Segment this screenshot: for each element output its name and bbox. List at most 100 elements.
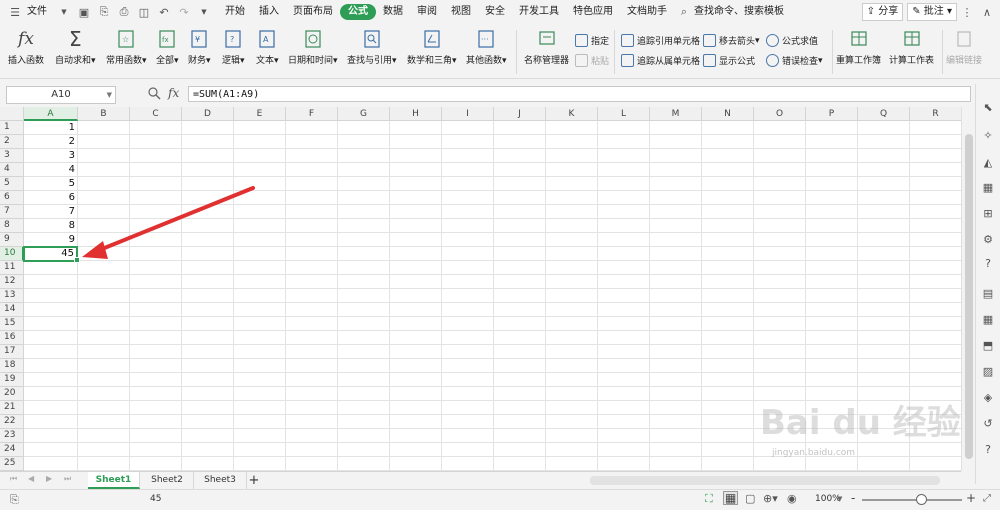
text-functions-button[interactable]: A 文本▾ <box>256 28 279 66</box>
row-header-10[interactable]: 10 <box>0 247 24 261</box>
column-header-q[interactable]: Q <box>858 107 910 121</box>
cell-a5[interactable]: 5 <box>25 177 75 190</box>
expand-icon[interactable]: ⤢ <box>983 493 991 504</box>
cell-a9[interactable]: 9 <box>25 233 75 246</box>
vertical-scroll-thumb[interactable] <box>965 134 973 459</box>
tab-home[interactable]: 开始 <box>218 0 252 24</box>
status-doc-icon[interactable]: ⎘ <box>10 493 19 507</box>
lookup-button[interactable]: 查找与引用▾ <box>347 28 397 66</box>
cursor-icon[interactable]: ⬉ <box>981 100 995 114</box>
zoom-out-button[interactable]: - <box>851 491 855 505</box>
edit-links-button[interactable]: 编辑链接 <box>946 28 982 66</box>
cell-a7[interactable]: 7 <box>25 205 75 218</box>
settings-icon[interactable]: ⚙ <box>981 232 995 246</box>
more-icon[interactable]: ▼ <box>197 5 211 19</box>
row-header-11[interactable]: 11 <box>0 261 24 275</box>
column-header-k[interactable]: K <box>546 107 598 121</box>
column-header-n[interactable]: N <box>702 107 754 121</box>
help-icon[interactable]: ? <box>981 256 995 270</box>
zoom-slider-track[interactable] <box>862 499 962 501</box>
row-header-8[interactable]: 8 <box>0 219 24 233</box>
column-header-d[interactable]: D <box>182 107 234 121</box>
row-header-21[interactable]: 21 <box>0 401 24 415</box>
row-header-6[interactable]: 6 <box>0 191 24 205</box>
row-header-13[interactable]: 13 <box>0 289 24 303</box>
row-header-19[interactable]: 19 <box>0 373 24 387</box>
tab-data[interactable]: 数据 <box>376 0 410 24</box>
row-header-12[interactable]: 12 <box>0 275 24 289</box>
paste-names-button[interactable]: 粘贴 <box>575 54 609 67</box>
row-header-1[interactable]: 1 <box>0 121 24 135</box>
zoom-search-icon[interactable] <box>147 86 161 100</box>
tab-formulas[interactable]: 公式 <box>340 4 376 20</box>
row-header-2[interactable]: 2 <box>0 135 24 149</box>
column-header-i[interactable]: I <box>442 107 494 121</box>
all-functions-button[interactable]: fx 全部▾ <box>156 28 179 66</box>
prev-sheet-icon[interactable]: ◀ <box>28 474 34 483</box>
column-header-f[interactable]: F <box>286 107 338 121</box>
datetime-button[interactable]: 日期和时间▾ <box>288 28 338 66</box>
save-icon[interactable]: ▣ <box>77 5 91 19</box>
insert-function-button[interactable]: fx 插入函数 <box>8 28 44 66</box>
share-button[interactable]: ⇪ 分享 <box>861 3 904 21</box>
file-menu[interactable]: 文件 <box>25 0 54 24</box>
hamburger-menu-icon[interactable]: ☰ <box>8 5 22 19</box>
zoom-dropdown-icon[interactable]: ▼ <box>837 495 842 503</box>
print-preview-icon[interactable]: ◫ <box>137 5 151 19</box>
trace-dependents-button[interactable]: 追踪从属单元格 <box>621 54 700 67</box>
row-header-9[interactable]: 9 <box>0 233 24 247</box>
row-header-18[interactable]: 18 <box>0 359 24 373</box>
tab-review[interactable]: 审阅 <box>410 0 444 24</box>
fx-button[interactable]: fx <box>168 86 179 100</box>
sheet-tab-1[interactable]: Sheet1 <box>88 472 140 489</box>
specify-button[interactable]: 指定 <box>575 34 609 47</box>
tab-insert[interactable]: 插入 <box>252 0 286 24</box>
collapse-ribbon-icon[interactable]: ∧ <box>980 5 994 19</box>
selected-cell-a10[interactable]: 45 <box>23 246 78 262</box>
horizontal-scrollbar[interactable] <box>590 476 940 485</box>
sheet-tab-2[interactable]: Sheet2 <box>141 472 194 489</box>
question-icon[interactable]: ? <box>981 442 995 456</box>
select-all-corner[interactable] <box>0 107 24 121</box>
chevron-down-icon[interactable]: ▼ <box>57 5 71 19</box>
eye-protection-icon[interactable]: ◉ <box>787 492 797 505</box>
column-header-g[interactable]: G <box>338 107 390 121</box>
row-header-16[interactable]: 16 <box>0 331 24 345</box>
table-icon[interactable]: ▦ <box>981 180 995 194</box>
add-sheet-button[interactable]: + <box>247 472 261 489</box>
column-header-b[interactable]: B <box>78 107 130 121</box>
last-sheet-icon[interactable]: ⏭ <box>64 474 71 484</box>
row-header-24[interactable]: 24 <box>0 443 24 457</box>
column-header-r[interactable]: R <box>910 107 961 121</box>
row-header-20[interactable]: 20 <box>0 387 24 401</box>
column-header-e[interactable]: E <box>234 107 286 121</box>
command-search[interactable]: 查找命令、搜索模板 <box>694 0 791 24</box>
column-header-p[interactable]: P <box>806 107 858 121</box>
comment-button[interactable]: ✎ 批注 ▾ <box>907 3 957 21</box>
fullscreen-icon[interactable]: ⛶ <box>705 492 713 506</box>
tab-doc-assistant[interactable]: 文档助手 <box>620 0 674 24</box>
evaluate-formula-button[interactable]: 公式求值 <box>766 34 818 47</box>
remove-arrows-button[interactable]: 移去箭头 ▾ <box>703 34 760 47</box>
first-sheet-icon[interactable]: ⏮ <box>10 474 17 484</box>
column-header-a[interactable]: A <box>24 107 78 121</box>
tab-view[interactable]: 视图 <box>444 0 478 24</box>
other-functions-button[interactable]: ··· 其他函数▾ <box>466 28 507 66</box>
page-break-icon[interactable]: ⊕▾ <box>763 492 778 505</box>
map-icon[interactable]: ⬒ <box>981 338 995 352</box>
redo-icon[interactable]: ↷ <box>177 5 191 19</box>
undo-icon[interactable]: ↶ <box>157 5 171 19</box>
row-header-5[interactable]: 5 <box>0 177 24 191</box>
tab-page-layout[interactable]: 页面布局 <box>286 0 340 24</box>
cell-a3[interactable]: 3 <box>25 149 75 162</box>
image-icon[interactable]: ▨ <box>981 364 995 378</box>
name-box[interactable]: A10 ▼ <box>6 86 116 104</box>
style-icon[interactable]: ✧ <box>981 128 995 142</box>
normal-view-icon[interactable]: ▦ <box>723 491 739 505</box>
row-header-14[interactable]: 14 <box>0 303 24 317</box>
security-icon[interactable]: ◈ <box>981 390 995 404</box>
cell-a1[interactable]: 1 <box>25 121 75 134</box>
row-header-3[interactable]: 3 <box>0 149 24 163</box>
row-header-15[interactable]: 15 <box>0 317 24 331</box>
fill-handle[interactable] <box>74 257 80 263</box>
